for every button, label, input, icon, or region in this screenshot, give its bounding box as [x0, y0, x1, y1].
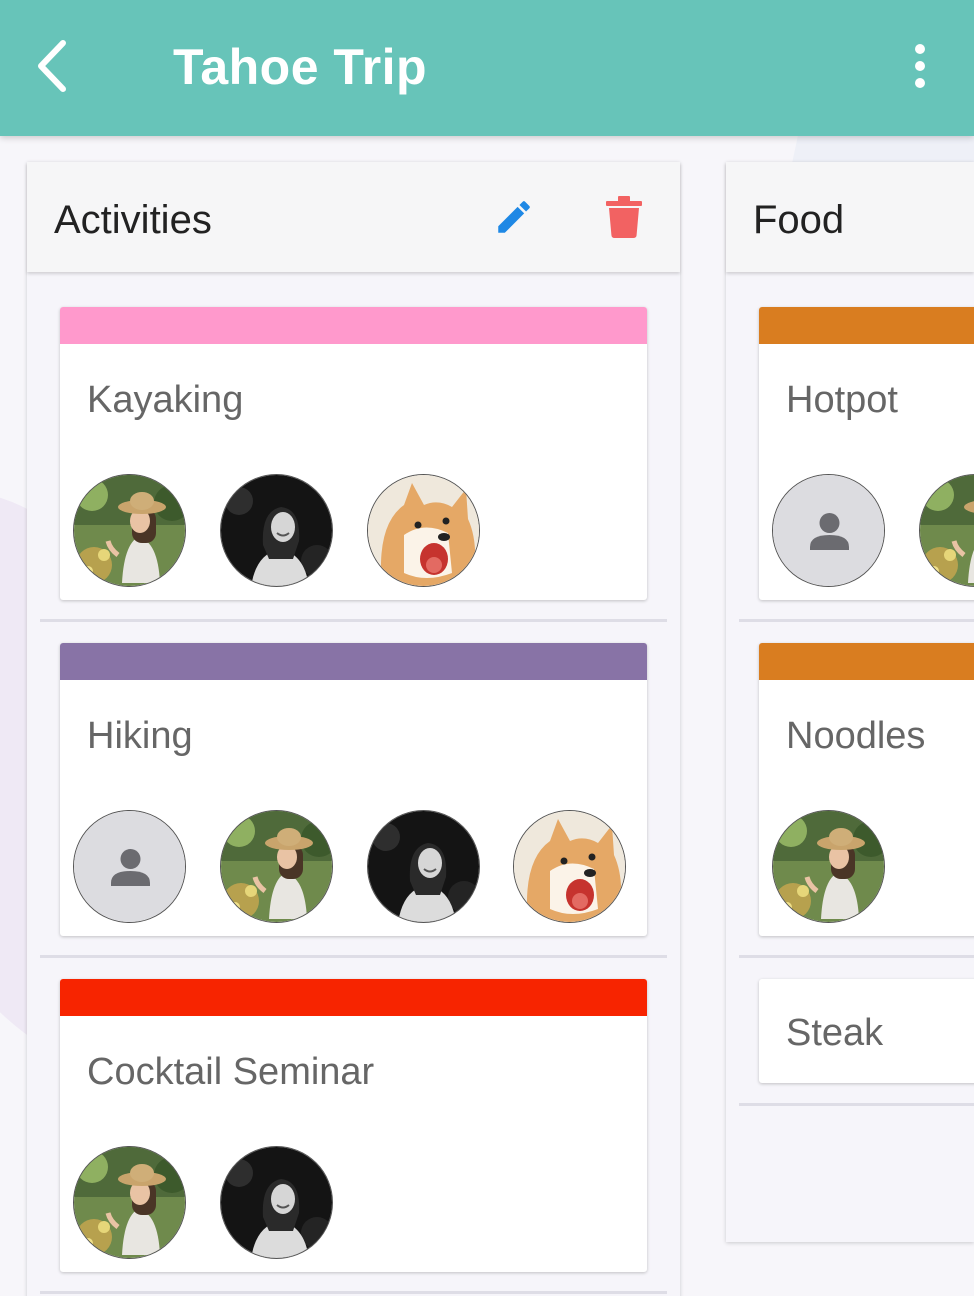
avatar-girl-hat[interactable]: [919, 474, 974, 587]
avatar-girl-bw[interactable]: [220, 1146, 333, 1259]
card-color-strip: [60, 979, 647, 1016]
card-title: Steak: [786, 1012, 884, 1054]
page-title: Tahoe Trip: [173, 39, 428, 95]
card-color-strip: [60, 643, 647, 680]
divider: [739, 1103, 974, 1106]
divider: [40, 1291, 667, 1294]
column-title: Activities: [54, 198, 212, 242]
column-title: Food: [753, 198, 845, 242]
avatar-girl-bw[interactable]: [220, 474, 333, 587]
more-vert-icon: [913, 43, 927, 94]
trash-icon: [606, 195, 642, 243]
card-title: Kayaking: [87, 379, 244, 421]
card-title: Noodles: [786, 715, 926, 757]
edit-column-button[interactable]: [489, 194, 539, 244]
avatar-girl-hat[interactable]: [73, 1146, 186, 1259]
column-header: Food: [726, 162, 974, 272]
avatar-girl-bw[interactable]: [367, 810, 480, 923]
avatar-girl-hat[interactable]: [220, 810, 333, 923]
avatar-girl-hat[interactable]: [73, 474, 186, 587]
card-hotpot[interactable]: Hotpot: [759, 307, 974, 600]
avatar-shiba[interactable]: [367, 474, 480, 587]
divider: [40, 955, 667, 958]
chevron-left-icon: [32, 38, 72, 99]
pencil-icon: [493, 196, 535, 243]
card-color-strip: [60, 307, 647, 344]
card-color-strip: [759, 307, 974, 344]
card-cocktail-seminar[interactable]: Cocktail Seminar: [60, 979, 647, 1272]
avatar-default-user[interactable]: [772, 474, 885, 587]
column-food: Food Hotpot Noodles Steak: [726, 162, 974, 1242]
avatar-shiba[interactable]: [513, 810, 626, 923]
card-hiking[interactable]: Hiking: [60, 643, 647, 936]
divider: [739, 619, 974, 622]
card-noodles[interactable]: Noodles: [759, 643, 974, 936]
more-options-button[interactable]: [895, 36, 945, 100]
delete-column-button[interactable]: [599, 194, 649, 244]
divider: [40, 619, 667, 622]
card-color-strip: [759, 643, 974, 680]
column-activities: Activities Kayaking Hiking Cocktail Semi…: [27, 162, 680, 1296]
column-header: Activities: [27, 162, 680, 272]
avatar-default-user[interactable]: [73, 810, 186, 923]
card-steak[interactable]: Steak: [759, 979, 974, 1083]
divider: [739, 955, 974, 958]
avatar-girl-hat[interactable]: [772, 810, 885, 923]
card-title: Cocktail Seminar: [87, 1051, 375, 1093]
card-kayaking[interactable]: Kayaking: [60, 307, 647, 600]
app-bar: Tahoe Trip: [0, 0, 974, 136]
card-title: Hotpot: [786, 379, 898, 421]
back-button[interactable]: [22, 30, 82, 106]
card-title: Hiking: [87, 715, 193, 757]
